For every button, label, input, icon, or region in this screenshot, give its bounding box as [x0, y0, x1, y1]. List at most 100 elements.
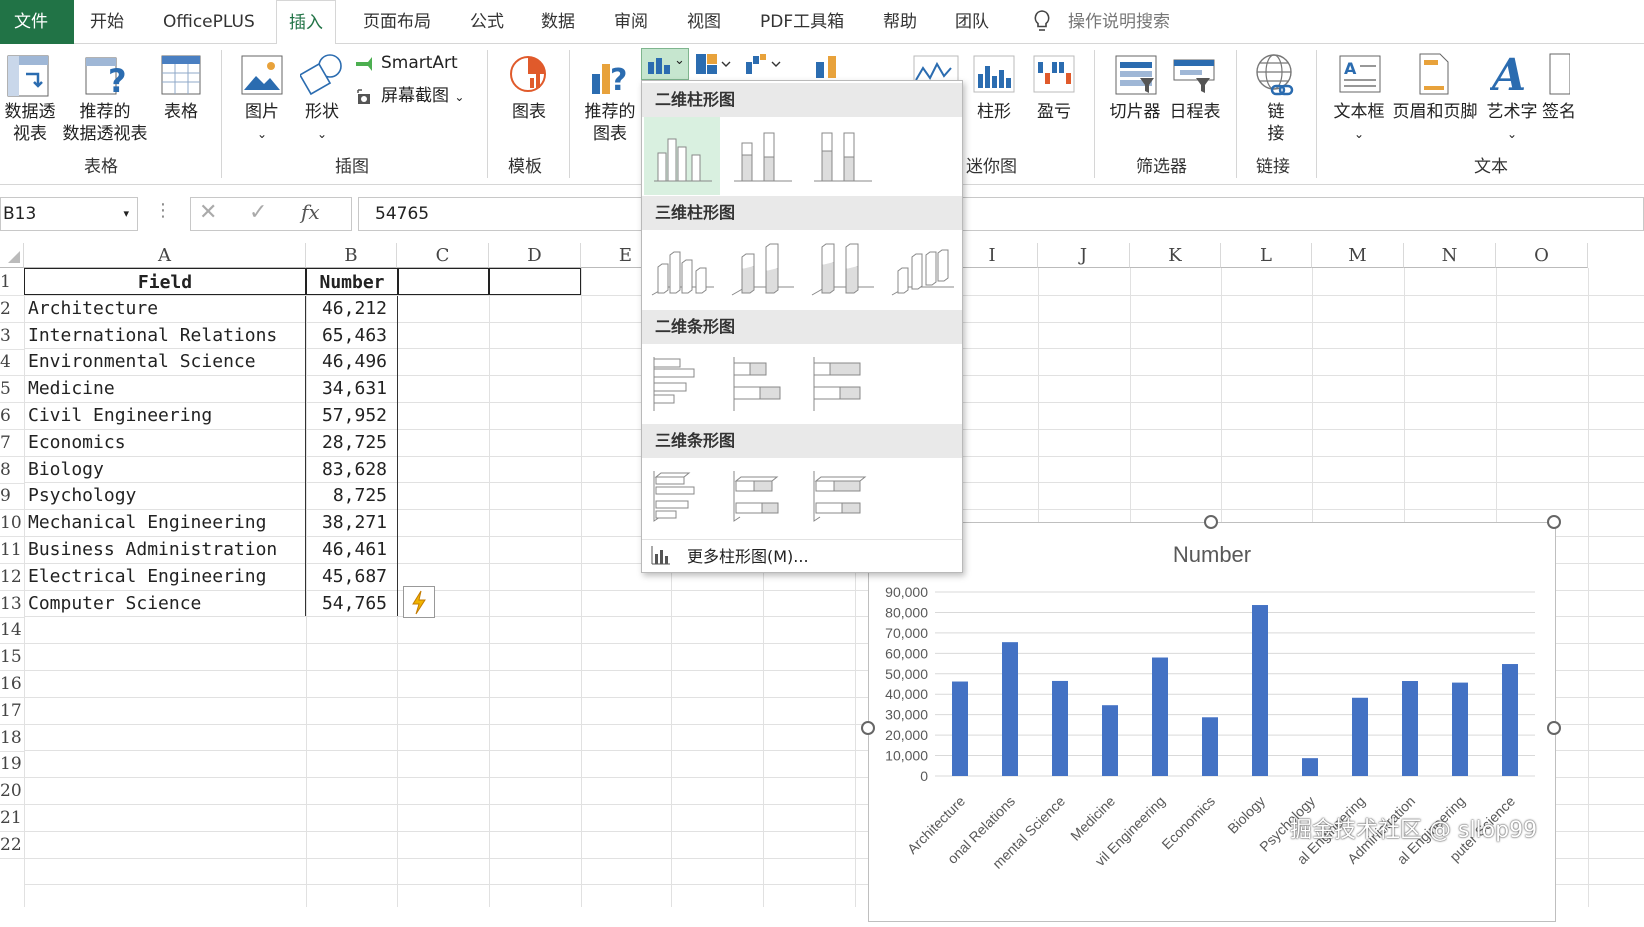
cell-field[interactable]: Architecture: [28, 295, 304, 323]
percent-stacked-bar-option[interactable]: [804, 345, 880, 423]
column-header-j[interactable]: J: [1038, 243, 1130, 268]
3d-stacked-column-option[interactable]: [724, 231, 800, 309]
tab-home[interactable]: 开始: [90, 0, 124, 44]
row-header[interactable]: 15: [0, 643, 24, 672]
cell-field[interactable]: Medicine: [28, 375, 304, 403]
cell-field[interactable]: Computer Science: [28, 590, 304, 618]
cell-number[interactable]: 57,952: [307, 402, 387, 430]
cell-field[interactable]: Economics: [28, 429, 304, 457]
smartart-button[interactable]: SmartArt: [381, 52, 458, 74]
column-header-c[interactable]: C: [397, 243, 489, 268]
row-header[interactable]: 8: [0, 456, 24, 484]
screenshot-button[interactable]: 屏幕截图 ⌄: [381, 85, 464, 108]
column-header-m[interactable]: M: [1312, 243, 1404, 268]
shapes-button[interactable]: 形状 ⌄: [298, 101, 346, 145]
column-header-a[interactable]: A: [24, 243, 306, 268]
cell-number[interactable]: 38,271: [307, 509, 387, 537]
cell-a1[interactable]: Field: [26, 269, 304, 297]
chart-bar[interactable]: [1202, 717, 1218, 776]
tab-review[interactable]: 审阅: [614, 0, 648, 44]
stacked-column-option[interactable]: [724, 117, 800, 195]
row-header[interactable]: 4: [0, 348, 24, 377]
chart-template-button[interactable]: 图表: [505, 101, 553, 123]
column-header-n[interactable]: N: [1404, 243, 1496, 268]
chart-bar[interactable]: [1302, 758, 1318, 776]
tell-me-search[interactable]: 操作说明搜索: [1068, 0, 1170, 44]
table-button[interactable]: 表格: [155, 101, 207, 123]
formula-input[interactable]: 54765: [358, 197, 1644, 231]
cancel-icon[interactable]: ✕: [199, 200, 217, 225]
sparkline-winloss-button[interactable]: 盈亏: [1032, 101, 1076, 123]
row-header[interactable]: 2: [0, 295, 24, 323]
cell-field[interactable]: Mechanical Engineering: [28, 509, 304, 537]
tab-page-layout[interactable]: 页面布局: [363, 0, 431, 44]
tab-view[interactable]: 视图: [687, 0, 721, 44]
cell-field[interactable]: Electrical Engineering: [28, 563, 304, 591]
wordart-button[interactable]: 艺术字 ⌄: [1484, 101, 1540, 145]
pivottable-button[interactable]: 数据透 视表: [0, 101, 60, 145]
row-header[interactable]: 19: [0, 750, 24, 779]
row-header[interactable]: 9: [0, 482, 24, 511]
row-header[interactable]: 20: [0, 777, 24, 806]
row-header[interactable]: 17: [0, 697, 24, 725]
tab-insert[interactable]: 插入: [276, 0, 336, 45]
stacked-bar-option[interactable]: [724, 345, 800, 423]
column-header-d[interactable]: D: [489, 243, 581, 268]
textbox-button[interactable]: 文本框 ⌄: [1330, 101, 1388, 145]
cell-field[interactable]: International Relations: [28, 322, 304, 350]
row-header[interactable]: 21: [0, 804, 24, 832]
row-header[interactable]: 11: [0, 536, 24, 564]
column-header-k[interactable]: K: [1130, 243, 1221, 268]
row-header[interactable]: 14: [0, 616, 24, 645]
chart-bar[interactable]: [1002, 642, 1018, 776]
3d-clustered-bar-option[interactable]: [644, 459, 720, 537]
cell-number[interactable]: 34,631: [307, 375, 387, 403]
3d-clustered-column-option[interactable]: [644, 231, 720, 309]
chart-resize-handle[interactable]: [1547, 721, 1561, 735]
row-header[interactable]: 18: [0, 724, 24, 752]
clustered-column-option[interactable]: [644, 117, 720, 195]
column-header-l[interactable]: L: [1221, 243, 1312, 268]
cell-field[interactable]: Psychology: [28, 482, 304, 510]
tab-help[interactable]: 帮助: [883, 0, 917, 44]
chart-bar[interactable]: [952, 681, 968, 776]
row-header[interactable]: 16: [0, 670, 24, 698]
row-header[interactable]: 5: [0, 375, 24, 404]
cell-number[interactable]: 65,463: [307, 322, 387, 350]
cell-field[interactable]: Business Administration: [28, 536, 304, 564]
cell-number[interactable]: 54,765: [307, 590, 387, 618]
more-column-charts-link[interactable]: 更多柱形图(M)...: [687, 543, 809, 567]
link-button[interactable]: 链 接: [1256, 101, 1296, 145]
cell-number[interactable]: 28,725: [307, 429, 387, 457]
tab-formulas[interactable]: 公式: [470, 0, 504, 44]
chart-resize-handle[interactable]: [861, 721, 875, 735]
row-header[interactable]: 1: [0, 268, 24, 296]
chart-title[interactable]: Number: [1173, 542, 1251, 567]
chart-resize-handle[interactable]: [1547, 515, 1561, 529]
chart-bar[interactable]: [1152, 657, 1168, 776]
enter-check-icon[interactable]: ✓: [249, 200, 267, 225]
cell-number[interactable]: 46,212: [307, 295, 387, 323]
column-header-b[interactable]: B: [306, 243, 397, 268]
chart-object[interactable]: Number 90,000 80,000 70,000 60,000 50,000 40,…: [868, 522, 1556, 922]
column-chart-dropdown-button[interactable]: ⌄: [641, 48, 689, 80]
more-options-icon[interactable]: ⋮: [154, 200, 172, 221]
header-footer-button[interactable]: 页眉和页脚: [1390, 101, 1480, 123]
recommended-pivottable-button[interactable]: 推荐的 数据透视表: [60, 101, 150, 145]
chart-bar[interactable]: [1102, 705, 1118, 776]
chart-bar[interactable]: [1052, 680, 1068, 776]
signature-line-button[interactable]: 签名: [1542, 101, 1582, 123]
3d-percent-stacked-bar-option[interactable]: [804, 459, 880, 537]
chart-bar[interactable]: [1452, 682, 1468, 776]
chevron-down-icon[interactable]: ▾: [123, 198, 129, 230]
row-header[interactable]: 22: [0, 831, 24, 859]
quick-analysis-button[interactable]: [403, 586, 435, 618]
row-header[interactable]: 12: [0, 563, 24, 591]
cell-number[interactable]: 83,628: [307, 456, 387, 484]
select-all-corner[interactable]: [0, 243, 24, 268]
column-header-o[interactable]: O: [1496, 243, 1588, 268]
cell-number[interactable]: 46,461: [307, 536, 387, 564]
row-header[interactable]: 6: [0, 402, 24, 430]
cell-field[interactable]: Environmental Science: [28, 348, 304, 376]
tab-team[interactable]: 团队: [955, 0, 989, 44]
